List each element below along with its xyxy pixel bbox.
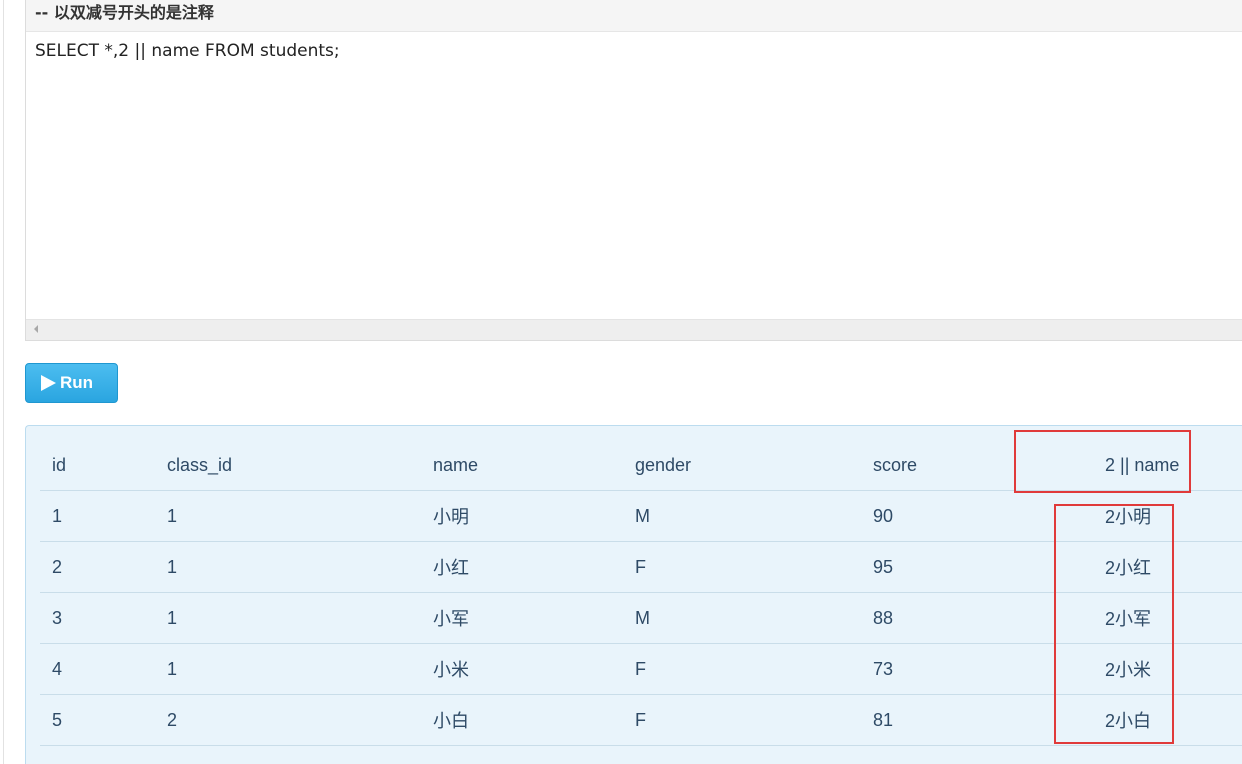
table-header-row: id class_id name gender score 2 || name (40, 440, 1242, 491)
cell-name: 小军 (421, 592, 623, 644)
column-header-score: score (861, 440, 1053, 491)
table-row: 4 1 小米 F 73 2小米 (40, 643, 1242, 695)
cell-score: 81 (861, 694, 1053, 746)
cell-concat-name: 2小白 (1053, 694, 1242, 746)
scroll-left-arrow-icon[interactable] (34, 325, 38, 333)
run-button-label: Run (60, 373, 94, 392)
cell-gender: M (623, 592, 861, 644)
cell-gender: M (623, 490, 861, 542)
cell-class-id: 1 (155, 592, 421, 644)
column-header-name: name (421, 440, 623, 491)
cell-id: 4 (40, 643, 155, 695)
cell-concat-name: 2小军 (1053, 592, 1242, 644)
cell-class-id: 1 (155, 541, 421, 593)
cell-gender: F (623, 643, 861, 695)
cell-id: 5 (40, 694, 155, 746)
cell-id: 2 (40, 541, 155, 593)
sql-code-line[interactable]: SELECT *,2 || name FROM students; (35, 41, 340, 61)
page: -- 以双减号开头的是注释 SELECT *,2 || name FROM st… (0, 0, 1242, 764)
sql-editor[interactable]: -- 以双减号开头的是注释 SELECT *,2 || name FROM st… (25, 0, 1242, 341)
run-button[interactable]: Run (25, 363, 118, 403)
column-header-concat-name: 2 || name (1053, 440, 1242, 491)
table-row: 3 1 小军 M 88 2小军 (40, 592, 1242, 644)
cell-gender: F (623, 694, 861, 746)
table-row: 1 1 小明 M 90 2小明 (40, 490, 1242, 542)
cell-score: 90 (861, 490, 1053, 542)
column-header-id: id (40, 440, 155, 491)
editor-horizontal-scrollbar[interactable] (26, 319, 1242, 340)
cell-name: 小白 (421, 694, 623, 746)
cell-concat-name: 2小红 (1053, 541, 1242, 593)
cell-concat-name: 2小明 (1053, 490, 1242, 542)
column-header-gender: gender (623, 440, 861, 491)
cell-name: 小红 (421, 541, 623, 593)
cell-name: 小米 (421, 643, 623, 695)
results-panel: id class_id name gender score 2 || name … (25, 425, 1242, 764)
results-table: id class_id name gender score 2 || name … (40, 440, 1242, 746)
cell-id: 1 (40, 490, 155, 542)
cell-gender: F (623, 541, 861, 593)
sql-comment-line: -- 以双减号开头的是注释 (26, 0, 1242, 32)
cell-concat-name: 2小米 (1053, 643, 1242, 695)
cell-class-id: 2 (155, 694, 421, 746)
cell-id: 3 (40, 592, 155, 644)
play-icon (41, 375, 56, 391)
cell-score: 95 (861, 541, 1053, 593)
cell-score: 73 (861, 643, 1053, 695)
cell-name: 小明 (421, 490, 623, 542)
left-divider (3, 0, 4, 764)
cell-class-id: 1 (155, 643, 421, 695)
cell-score: 88 (861, 592, 1053, 644)
cell-class-id: 1 (155, 490, 421, 542)
column-header-class-id: class_id (155, 440, 421, 491)
table-row: 2 1 小红 F 95 2小红 (40, 541, 1242, 593)
table-row: 5 2 小白 F 81 2小白 (40, 694, 1242, 746)
